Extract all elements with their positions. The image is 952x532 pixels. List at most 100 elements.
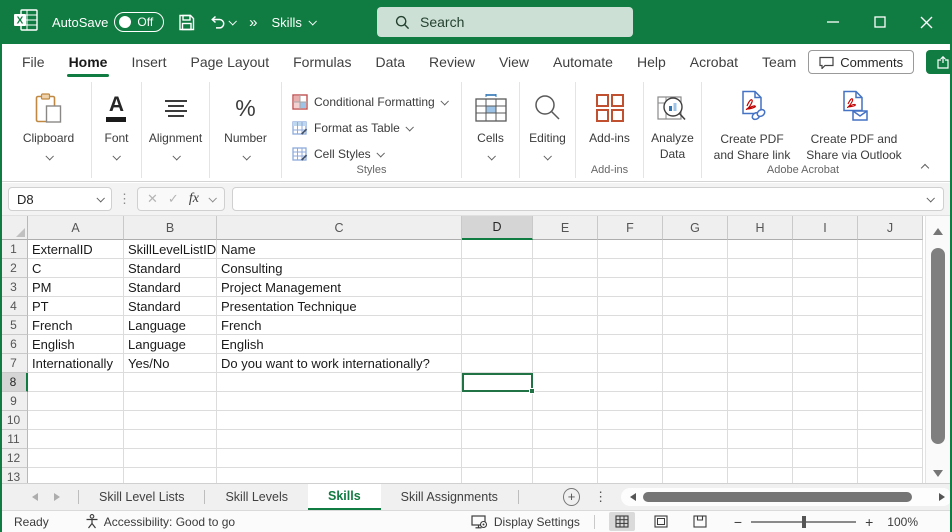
cell-I7[interactable] [793, 354, 858, 373]
cell-H3[interactable] [728, 278, 793, 297]
tab-home[interactable]: Home [57, 46, 120, 78]
cell-J10[interactable] [858, 411, 923, 430]
save-button[interactable] [178, 14, 195, 31]
cell-G3[interactable] [663, 278, 728, 297]
column-header-G[interactable]: G [663, 216, 728, 240]
tab-help[interactable]: Help [625, 46, 678, 78]
cell-F4[interactable] [598, 297, 663, 316]
maximize-button[interactable] [856, 0, 903, 44]
column-header-A[interactable]: A [28, 216, 124, 240]
cell-H9[interactable] [728, 392, 793, 411]
tab-automate[interactable]: Automate [541, 46, 625, 78]
cell-F1[interactable] [598, 240, 663, 259]
cell-J11[interactable] [858, 430, 923, 449]
cell-A1[interactable]: ExternalID [28, 240, 124, 259]
cell-J3[interactable] [858, 278, 923, 297]
cell-C4[interactable]: Presentation Technique [217, 297, 462, 316]
sheet-tab-skill-levels[interactable]: Skill Levels [205, 484, 308, 510]
cell-H6[interactable] [728, 335, 793, 354]
cell-I9[interactable] [793, 392, 858, 411]
cell-H4[interactable] [728, 297, 793, 316]
cell-F6[interactable] [598, 335, 663, 354]
new-sheet-button[interactable]: + [563, 488, 580, 506]
editing-button[interactable]: Editing [529, 82, 566, 160]
row-header-7[interactable]: 7 [0, 354, 28, 373]
cell-D10[interactable] [462, 411, 533, 430]
search-box[interactable] [377, 7, 633, 37]
row-header-6[interactable]: 6 [0, 335, 28, 354]
column-header-F[interactable]: F [598, 216, 663, 240]
cancel-icon[interactable]: ✕ [147, 191, 158, 207]
minimize-button[interactable] [809, 0, 856, 44]
cell-E4[interactable] [533, 297, 598, 316]
cell-D13[interactable] [462, 468, 533, 483]
search-input[interactable] [420, 14, 600, 30]
cell-G8[interactable] [663, 373, 728, 392]
cell-C7[interactable]: Do you want to work internationally? [217, 354, 462, 373]
row-header-2[interactable]: 2 [0, 259, 28, 278]
cell-E12[interactable] [533, 449, 598, 468]
fill-handle[interactable] [529, 388, 535, 394]
cell-E9[interactable] [533, 392, 598, 411]
column-header-H[interactable]: H [728, 216, 793, 240]
row-header-10[interactable]: 10 [0, 411, 28, 430]
sheet-tab-skills[interactable]: Skills [308, 484, 381, 510]
cell-F9[interactable] [598, 392, 663, 411]
cell-E1[interactable] [533, 240, 598, 259]
sheet-nav-right-icon[interactable] [54, 493, 60, 501]
cell-J5[interactable] [858, 316, 923, 335]
cell-D9[interactable] [462, 392, 533, 411]
tab-data[interactable]: Data [363, 46, 417, 78]
cell-B4[interactable]: Standard [124, 297, 217, 316]
cell-D2[interactable] [462, 259, 533, 278]
cell-B2[interactable]: Standard [124, 259, 217, 278]
row-header-8[interactable]: 8 [0, 373, 28, 392]
row-header-12[interactable]: 12 [0, 449, 28, 468]
number-button[interactable]: % Number [224, 82, 267, 160]
cell-E2[interactable] [533, 259, 598, 278]
cell-I11[interactable] [793, 430, 858, 449]
zoom-level[interactable]: 100% [887, 515, 918, 529]
cell-F13[interactable] [598, 468, 663, 483]
cell-J13[interactable] [858, 468, 923, 483]
cell-B8[interactable] [124, 373, 217, 392]
vertical-scrollbar[interactable] [925, 216, 950, 483]
cell-A2[interactable]: C [28, 259, 124, 278]
cell-G10[interactable] [663, 411, 728, 430]
row-header-9[interactable]: 9 [0, 392, 28, 411]
cell-F12[interactable] [598, 449, 663, 468]
sheet-tab-skill-assignments[interactable]: Skill Assignments [381, 484, 518, 510]
chevron-down-icon[interactable] [208, 194, 216, 202]
cell-E3[interactable] [533, 278, 598, 297]
formula-bar-expand-icon[interactable] [926, 194, 934, 202]
cell-G2[interactable] [663, 259, 728, 278]
cell-G5[interactable] [663, 316, 728, 335]
cell-F3[interactable] [598, 278, 663, 297]
cell-I2[interactable] [793, 259, 858, 278]
cell-C1[interactable]: Name [217, 240, 462, 259]
scroll-up-arrow-icon[interactable] [933, 228, 943, 235]
cell-C6[interactable]: English [217, 335, 462, 354]
cell-D7[interactable] [462, 354, 533, 373]
cell-D3[interactable] [462, 278, 533, 297]
cell-D1[interactable] [462, 240, 533, 259]
cell-B6[interactable]: Language [124, 335, 217, 354]
cell-A13[interactable] [28, 468, 124, 483]
cell-H8[interactable] [728, 373, 793, 392]
cell-I8[interactable] [793, 373, 858, 392]
cell-E6[interactable] [533, 335, 598, 354]
column-header-D[interactable]: D [462, 216, 533, 240]
cell-I10[interactable] [793, 411, 858, 430]
cell-J6[interactable] [858, 335, 923, 354]
tab-acrobat[interactable]: Acrobat [678, 46, 750, 78]
cell-B5[interactable]: Language [124, 316, 217, 335]
column-header-E[interactable]: E [533, 216, 598, 240]
column-header-B[interactable]: B [124, 216, 217, 240]
autosave-toggle[interactable]: Off [114, 12, 164, 32]
create-pdf-share-outlook-button[interactable]: Create PDF and Share via Outlook [806, 90, 902, 163]
vertical-scroll-thumb[interactable] [931, 248, 945, 444]
cell-I13[interactable] [793, 468, 858, 483]
scroll-left-arrow-icon[interactable] [630, 493, 636, 501]
cell-F11[interactable] [598, 430, 663, 449]
cell-D8[interactable] [462, 373, 533, 392]
